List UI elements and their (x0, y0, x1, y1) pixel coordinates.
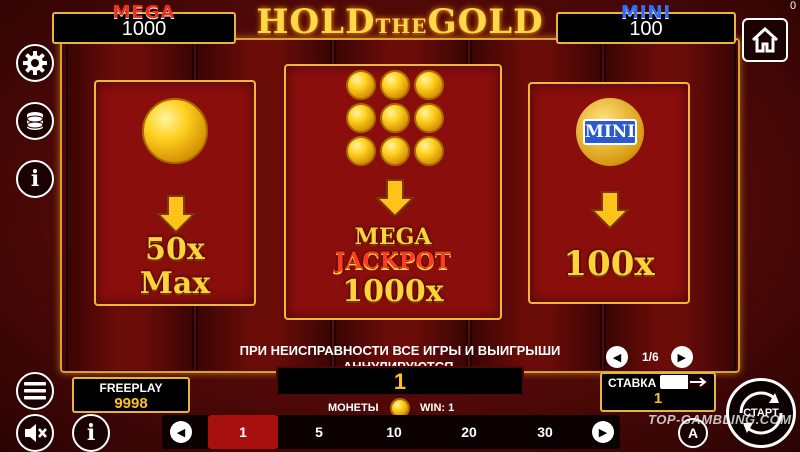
coins-button[interactable] (16, 102, 54, 140)
win-value: 1 (393, 369, 407, 394)
info-icon: i (30, 166, 40, 192)
sound-button[interactable] (16, 414, 54, 452)
center-mega: MEGA (354, 224, 432, 250)
arrow-down-icon (156, 195, 196, 234)
mini-badge-label: MINI (583, 119, 637, 145)
gold-coin-icon (346, 70, 376, 100)
mini-badge-icon: MINI (576, 98, 644, 166)
menu-icon (24, 382, 46, 400)
arrow-left-icon: ◀ (612, 351, 622, 364)
mega-jackpot-value: 1000 (121, 18, 167, 40)
mega-jackpot-box: MEGA 1000 (52, 2, 236, 44)
gold-coin-icon (414, 136, 444, 166)
stake-toggle[interactable] (660, 375, 710, 389)
info-button[interactable]: i (16, 160, 54, 198)
settings-button[interactable] (16, 44, 54, 82)
freeplay-label: FREEPLAY (99, 381, 163, 395)
prev-page-button[interactable]: ◀ (606, 346, 628, 368)
gold-coin-icon (346, 103, 376, 133)
left-multiplier: 50x (145, 232, 205, 267)
home-button[interactable] (742, 18, 788, 62)
arrow-down-icon (375, 179, 415, 218)
bet-option-30[interactable]: 30 (510, 415, 580, 449)
stake-value: 1 (653, 390, 663, 407)
logo-the: THE (375, 14, 428, 38)
gear-icon (23, 51, 47, 75)
gold-coin-icon (380, 70, 410, 100)
arrow-left-icon: ◀ (176, 426, 186, 439)
bet-option-5[interactable]: 5 (284, 415, 354, 449)
mini-jackpot-value: 100 (629, 18, 663, 40)
menu-button[interactable] (16, 372, 54, 410)
gold-coin-icon (346, 136, 376, 166)
gold-coin-icon (414, 70, 444, 100)
bet-option-20[interactable]: 20 (434, 415, 504, 449)
center-jackpot: JACKPOT (334, 248, 452, 274)
gold-coin-icon (414, 103, 444, 133)
center-multiplier: 1000x (342, 274, 444, 309)
gold-coin-icon (380, 103, 410, 133)
freeplay-box: FREEPLAY 9998 (72, 377, 190, 413)
bonus-panel-center: MEGA JACKPOT 1000x (284, 64, 502, 320)
arrow-right-icon: ▶ (677, 351, 686, 364)
win-display: 1 (276, 366, 524, 396)
info-icon: i (86, 420, 96, 446)
right-multiplier: 100x (563, 244, 655, 284)
mini-jackpot-box: MINI 100 (556, 2, 736, 44)
arrow-right-icon: ▶ (598, 426, 608, 439)
corner-counter: 0 (790, 0, 797, 12)
logo-gold: GOLD (427, 2, 544, 42)
coin-stack-icon (26, 112, 44, 130)
watermark: TOP-GAMBLING.COM (648, 412, 792, 427)
game-logo: HOLDTHEGOLD (240, 2, 560, 42)
bonus-panel-left: 50x Max (94, 80, 256, 306)
gold-coin-icon (142, 98, 208, 164)
bet-next-button[interactable]: ▶ (592, 421, 614, 443)
left-max: Max (139, 266, 211, 301)
gold-coin-icon (380, 136, 410, 166)
next-page-button[interactable]: ▶ (670, 346, 693, 368)
arrow-right-icon (688, 375, 710, 389)
pager: ◀ 1/6 ▶ (606, 346, 693, 368)
paytable-info-button[interactable]: i (72, 414, 110, 452)
bet-option-10[interactable]: 10 (359, 415, 429, 449)
win-label: WIN: 1 (420, 402, 455, 414)
autoplay-label: A (687, 425, 699, 441)
disclaimer-line-1: ПРИ НЕИСПРАВНОСТИ ВСЕ ИГРЫ И ВЫИГРЫШИ (239, 343, 561, 358)
coins-label: МОНЕТЫ (328, 402, 379, 414)
bonus-panel-right: MINI 100x (528, 82, 690, 304)
freeplay-value: 9998 (114, 395, 148, 412)
arrow-down-icon (590, 191, 630, 230)
logo-hold: HOLD (256, 2, 376, 42)
bet-selector: ◀ 1 5 10 20 30 ▶ (162, 415, 620, 449)
page-indicator: 1/6 (642, 350, 659, 364)
bet-prev-button[interactable]: ◀ (170, 421, 192, 443)
home-icon (751, 27, 779, 53)
bet-option-1[interactable]: 1 (208, 415, 278, 449)
sound-off-icon (25, 424, 47, 442)
